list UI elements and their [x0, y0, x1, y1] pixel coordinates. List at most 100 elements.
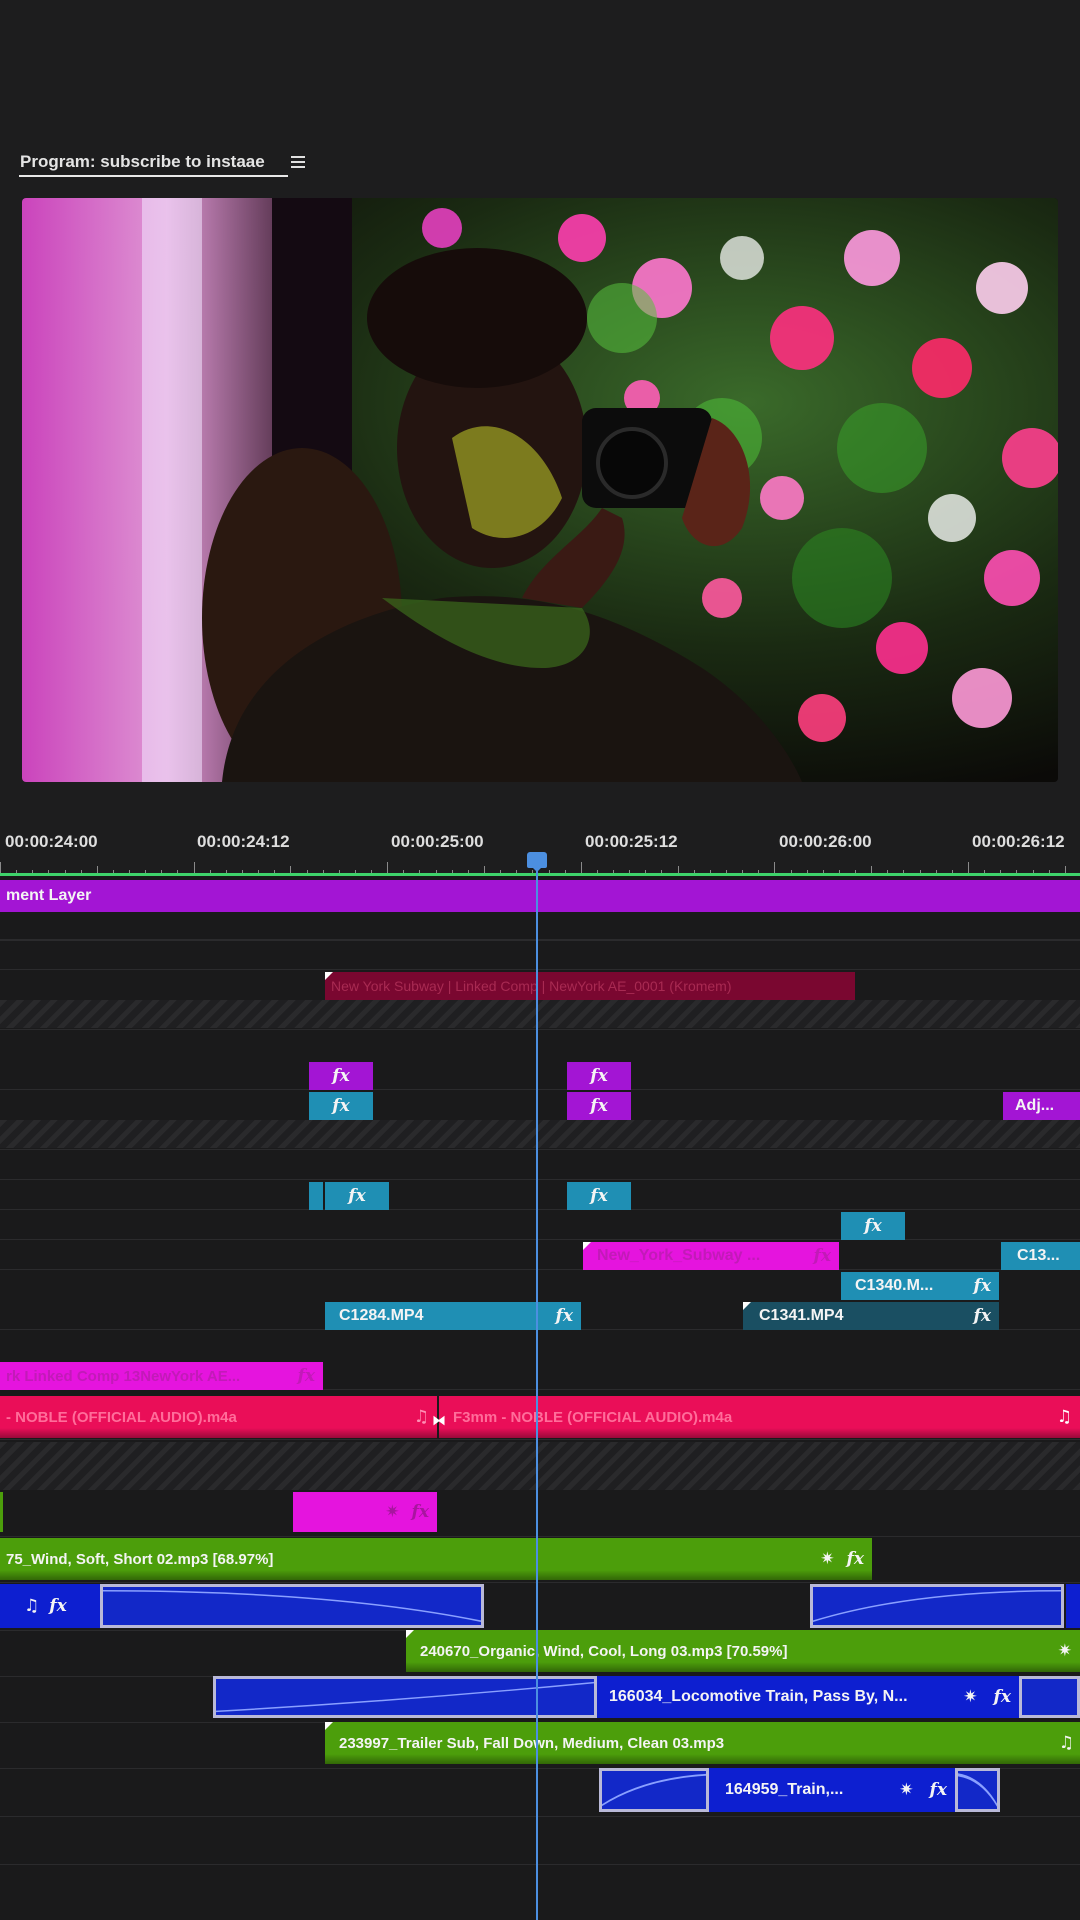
- fx-clip[interactable]: fx: [325, 1182, 389, 1210]
- blue-audio-clip[interactable]: [1019, 1676, 1080, 1718]
- clip-label: 166034_Locomotive Train, Pass By, N...: [609, 1688, 908, 1705]
- fx-icon[interactable]: fx: [290, 1366, 323, 1386]
- fx-clip[interactable]: fx: [567, 1062, 631, 1090]
- clip-corner-marker: [325, 972, 333, 980]
- video-frame-image: [22, 198, 1058, 782]
- program-monitor-video-frame[interactable]: [22, 198, 1058, 782]
- clip-label: ment Layer: [6, 887, 92, 904]
- fx-icon[interactable]: fx: [966, 1306, 999, 1326]
- c13-clip[interactable]: C13...: [1001, 1242, 1080, 1270]
- title-clip[interactable]: New York Subway | Linked Comp | NewYork …: [325, 972, 855, 1000]
- blue-audio-clip[interactable]: ♫ fx: [0, 1584, 100, 1628]
- transition-marker-icon[interactable]: ⧓: [430, 1412, 448, 1428]
- fx-icon[interactable]: fx: [582, 1066, 615, 1086]
- empty-track-hatch: [0, 1442, 1080, 1490]
- trailer-sub-clip[interactable]: 233997_Trailer Sub, Fall Down, Medium, C…: [325, 1722, 1080, 1764]
- fx-icon[interactable]: fx: [582, 1096, 615, 1116]
- clip-label: rk Linked Comp 13NewYork AE...: [6, 1367, 241, 1385]
- track-divider: [0, 1816, 1080, 1817]
- subway-clip[interactable]: New_York_Subway ... fx: [583, 1242, 839, 1270]
- audio-waveform: [0, 1570, 872, 1580]
- fx-clip[interactable]: fx: [567, 1182, 631, 1210]
- blue-audio-clip[interactable]: [213, 1676, 597, 1718]
- track-divider: [0, 1029, 1080, 1030]
- track-divider: [0, 1864, 1080, 1865]
- fx-clip[interactable]: fx: [309, 1062, 373, 1090]
- train-clip[interactable]: 164959_Train,... ✷ fx: [709, 1768, 955, 1812]
- fx-icon[interactable]: fx: [404, 1502, 437, 1522]
- fx-icon[interactable]: fx: [922, 1780, 955, 1800]
- clip-label: F3mm - NOBLE (OFFICIAL AUDIO).m4a: [453, 1408, 733, 1426]
- hamburger-menu-icon[interactable]: [290, 155, 305, 169]
- fx-icon[interactable]: fx: [324, 1066, 357, 1086]
- program-panel-title[interactable]: Program: subscribe to instaae: [20, 152, 265, 172]
- track-divider: [0, 1269, 1080, 1270]
- clip-label: C1284.MP4: [339, 1307, 424, 1324]
- audio-waveform: [325, 1754, 1080, 1764]
- fx-icon[interactable]: fx: [324, 1096, 357, 1116]
- effect-icon[interactable]: ✷: [1050, 1641, 1080, 1661]
- music-note-icon: ♫: [24, 1596, 40, 1616]
- adjustment-layer-clip[interactable]: ment Layer: [0, 880, 1080, 912]
- fx-clip[interactable]: fx: [841, 1212, 905, 1240]
- organic-wind-clip[interactable]: 240670_Organic, Wind, Cool, Long 03.mp3 …: [406, 1630, 1080, 1672]
- fx-icon[interactable]: fx: [49, 1596, 66, 1616]
- blue-audio-clip[interactable]: [599, 1768, 709, 1812]
- linked-comp-clip[interactable]: rk Linked Comp 13NewYork AE... fx: [0, 1362, 323, 1390]
- fx-icon[interactable]: fx: [340, 1186, 373, 1206]
- fx-icon[interactable]: fx: [548, 1306, 581, 1326]
- effect-clip[interactable]: ✷ fx: [293, 1492, 437, 1532]
- track-divider: [0, 940, 1080, 941]
- c1284-clip[interactable]: C1284.MP4 fx: [325, 1302, 581, 1330]
- fade-curve: [103, 1590, 481, 1622]
- music-note-icon: ♫: [1056, 1407, 1072, 1427]
- effect-icon[interactable]: ✷: [891, 1780, 921, 1800]
- clip-sliver[interactable]: [0, 1492, 3, 1532]
- clip-label: 164959_Train,...: [725, 1781, 844, 1798]
- fx-icon[interactable]: fx: [966, 1276, 999, 1296]
- clip-corner-marker: [743, 1302, 751, 1310]
- effect-icon[interactable]: ✷: [955, 1687, 985, 1707]
- music-clip-a[interactable]: - NOBLE (OFFICIAL AUDIO).m4a ♫: [0, 1396, 437, 1438]
- wind-audio-clip[interactable]: 75_Wind, Soft, Short 02.mp3 [68.97%] ✷ f…: [0, 1538, 872, 1580]
- program-panel-header: Program: subscribe to instaae: [20, 148, 305, 176]
- timeline-tracks[interactable]: ment Layer New York Subway | Linked Comp…: [0, 876, 1080, 1920]
- track-divider: [0, 939, 1080, 940]
- fx-icon[interactable]: fx: [839, 1549, 872, 1569]
- locomotive-train-clip[interactable]: 166034_Locomotive Train, Pass By, N... ✷…: [597, 1676, 1019, 1718]
- c1340-clip[interactable]: C1340.M... fx: [841, 1272, 999, 1300]
- clip-sliver[interactable]: [309, 1182, 323, 1210]
- music-note-icon: ♫: [1058, 1733, 1074, 1753]
- clip-label: C13...: [1017, 1247, 1060, 1264]
- blue-audio-clip[interactable]: [810, 1584, 1064, 1628]
- empty-track-hatch: [0, 1000, 1080, 1028]
- clip-corner-marker: [325, 1722, 333, 1730]
- clip-label: C1340.M...: [855, 1277, 934, 1294]
- ruler-timecode: 00:00:25:00: [391, 832, 484, 851]
- playhead-line[interactable]: [536, 862, 538, 1920]
- fx-icon[interactable]: fx: [986, 1687, 1019, 1707]
- fx-clip[interactable]: fx: [309, 1092, 373, 1120]
- effect-icon[interactable]: ✷: [381, 1502, 403, 1522]
- fade-curve: [602, 1773, 706, 1807]
- empty-track-hatch: [0, 1120, 1080, 1148]
- fx-icon[interactable]: fx: [582, 1186, 615, 1206]
- track-divider: [0, 1179, 1080, 1180]
- fx-clip[interactable]: fx: [567, 1092, 631, 1120]
- c1341-clip[interactable]: C1341.MP4 fx: [743, 1302, 999, 1330]
- ruler-timecode: 00:00:24:12: [197, 832, 290, 851]
- fx-icon[interactable]: fx: [806, 1246, 839, 1266]
- clip-label: - NOBLE (OFFICIAL AUDIO).m4a: [6, 1408, 237, 1426]
- fade-curve: [813, 1590, 1061, 1622]
- blue-audio-clip[interactable]: [955, 1768, 1000, 1812]
- adjustment-clip[interactable]: Adj...: [1003, 1092, 1080, 1120]
- track-divider: [0, 1089, 1080, 1090]
- blue-audio-clip[interactable]: [1066, 1584, 1080, 1628]
- blue-audio-clip[interactable]: [100, 1584, 484, 1628]
- audio-waveform: [406, 1662, 1080, 1672]
- effect-icon[interactable]: ✷: [816, 1549, 838, 1569]
- playhead-handle[interactable]: [527, 852, 547, 872]
- fx-icon[interactable]: fx: [856, 1216, 889, 1236]
- clip-label: Adj...: [1015, 1097, 1055, 1114]
- ruler-timecode: 00:00:24:00: [5, 832, 98, 851]
